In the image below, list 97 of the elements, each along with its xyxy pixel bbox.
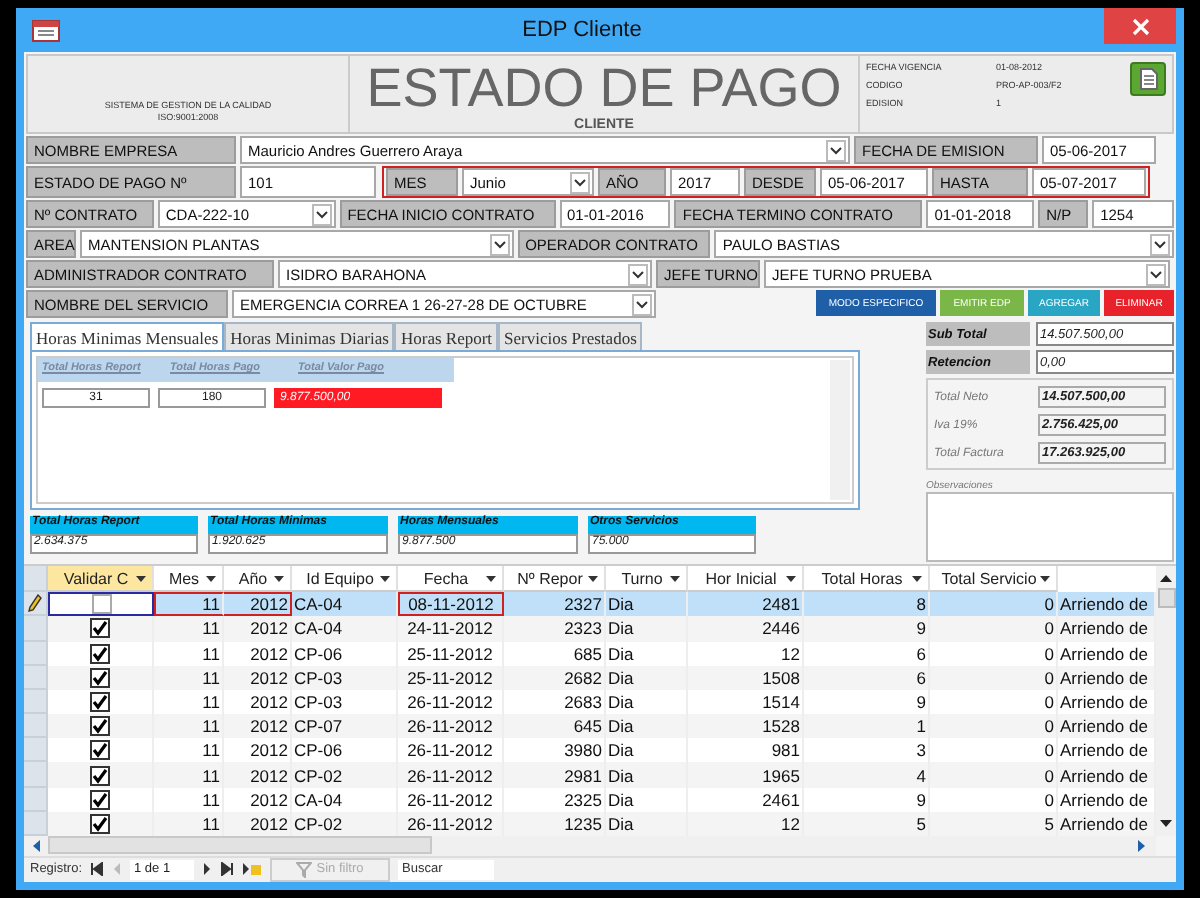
dropdown-arrow-icon[interactable] [588, 575, 598, 582]
table-row[interactable]: 11 2012 CP-03 25-11-2012 2682 Dia 1508 6 0 Arriendo de [24, 665, 1156, 690]
table-cell: 11 [154, 762, 224, 788]
column-header[interactable]: Validar C [48, 566, 154, 593]
scroll-up-icon[interactable] [1158, 572, 1174, 585]
scroll-left-icon[interactable] [30, 837, 42, 854]
table-cell: CP-02 [292, 762, 398, 788]
last-record-icon[interactable] [220, 862, 235, 877]
table-cell: 1508 [688, 665, 804, 690]
table-row[interactable]: 11 2012 CP-02 26-11-2012 1235 Dia 12 5 5 Arriendo de [24, 811, 1156, 837]
table-cell: 2682 [504, 665, 606, 690]
table-cell: 1528 [688, 714, 804, 739]
select-all-cell[interactable] [24, 566, 48, 593]
table-cell: 6 [804, 665, 930, 690]
scroll-thumb[interactable] [48, 836, 432, 855]
tab[interactable]: Servicios Prestados [498, 322, 643, 350]
dropdown-arrow-icon[interactable] [380, 575, 390, 582]
table-cell: 2981 [504, 762, 606, 788]
scroll-thumb[interactable] [1157, 588, 1175, 609]
row-selector[interactable] [24, 592, 48, 617]
checkbox[interactable] [90, 692, 110, 713]
column-header[interactable]: Fecha [398, 566, 504, 593]
table-cell: 2012 [224, 762, 292, 788]
dropdown-arrow-icon[interactable] [274, 575, 284, 582]
dropdown-arrow-icon[interactable] [912, 575, 922, 582]
document-icon [1139, 68, 1157, 90]
table-cell: CP-03 [292, 665, 398, 690]
table-cell: CA-04 [292, 616, 398, 642]
first-record-icon[interactable] [90, 862, 105, 877]
vertical-scrollbar[interactable] [1156, 566, 1176, 837]
dropdown-arrow-icon[interactable] [136, 575, 146, 582]
checkbox[interactable] [90, 618, 110, 639]
table-cell: Dia [606, 665, 688, 690]
checkbox[interactable] [90, 643, 110, 664]
table-cell: 0 [930, 616, 1058, 642]
filter-icon [296, 861, 313, 878]
scroll-right-icon[interactable] [1136, 837, 1148, 854]
table-row[interactable]: 11 2012 CP-02 26-11-2012 2981 Dia 1965 4 0 Arriendo de [24, 762, 1156, 788]
checkbox[interactable] [90, 765, 110, 786]
checkbox[interactable] [91, 594, 111, 615]
table-cell: 11 [154, 592, 224, 617]
table-cell: 2012 [224, 714, 292, 739]
dropdown-arrow-icon[interactable] [206, 575, 216, 582]
table-cell: 9 [804, 616, 930, 642]
table-cell: 2323 [504, 616, 606, 642]
column-header[interactable]: Año [224, 566, 292, 593]
table-cell: 2446 [688, 616, 804, 642]
report-title: ESTADO DE PAGO [366, 58, 842, 118]
dropdown-arrow-icon[interactable] [786, 575, 796, 582]
observations-field[interactable] [926, 492, 1174, 563]
table-cell: 26-11-2012 [398, 762, 504, 788]
tab[interactable]: Horas Report [394, 322, 499, 350]
table-cell: Dia [606, 762, 688, 788]
table-cell: CP-07 [292, 714, 398, 739]
table-cell: 11 [154, 616, 224, 642]
dropdown-arrow-icon[interactable] [1040, 575, 1050, 582]
scrollbar[interactable] [830, 360, 850, 500]
table-cell: 11 [154, 714, 224, 739]
table-cell: Dia [606, 714, 688, 739]
horizontal-scrollbar[interactable] [24, 836, 1156, 856]
close-button[interactable] [1104, 8, 1176, 44]
report-button[interactable] [1130, 62, 1166, 96]
table-cell: 645 [504, 714, 606, 739]
checkbox[interactable] [90, 716, 110, 737]
checkbox[interactable] [90, 667, 110, 688]
table-cell: 1 [804, 714, 930, 739]
tab[interactable]: Horas Minimas Mensuales [30, 322, 225, 350]
table-cell: 4 [804, 762, 930, 788]
new-record-icon[interactable] [242, 862, 263, 877]
table-cell: 26-11-2012 [398, 714, 504, 739]
table-cell: 0 [930, 762, 1058, 788]
form-icon [32, 19, 60, 41]
window-title: EDP Cliente [520, 18, 644, 42]
dropdown-arrow-icon[interactable] [486, 575, 496, 582]
table-row[interactable]: 11 2012 CA-04 24-11-2012 2323 Dia 2446 9 0 Arriendo de [24, 616, 1156, 642]
table-cell: 0 [930, 665, 1058, 690]
scroll-down-icon[interactable] [1158, 818, 1174, 831]
table-cell: 0 [930, 714, 1058, 739]
table-cell: Dia [606, 616, 688, 642]
table-cell: 25-11-2012 [398, 665, 504, 690]
checkbox[interactable] [90, 789, 110, 810]
table-cell: 2012 [224, 616, 292, 642]
table-cell: 24-11-2012 [398, 616, 504, 642]
table-cell: 11 [154, 665, 224, 690]
table-row[interactable]: 11 2012 CP-07 26-11-2012 645 Dia 1528 1 0 Arriendo de [24, 714, 1156, 739]
next-record-icon[interactable] [202, 862, 213, 877]
pencil-icon [28, 594, 42, 613]
checkbox[interactable] [90, 813, 110, 834]
column-header[interactable]: Mes [154, 566, 224, 593]
close-icon [1131, 17, 1149, 35]
table-row[interactable]: 11 2012 CA-04 08-11-2012 2327 Dia 2481 8 0 Arriendo de [24, 592, 1156, 617]
table-cell: 08-11-2012 [398, 592, 504, 617]
table-cell: 2012 [224, 665, 292, 690]
checkbox[interactable] [90, 740, 110, 761]
dropdown-arrow-icon[interactable] [670, 575, 680, 582]
table-cell: 1965 [688, 762, 804, 788]
tab[interactable]: Horas Minimas Diarias [224, 322, 395, 350]
